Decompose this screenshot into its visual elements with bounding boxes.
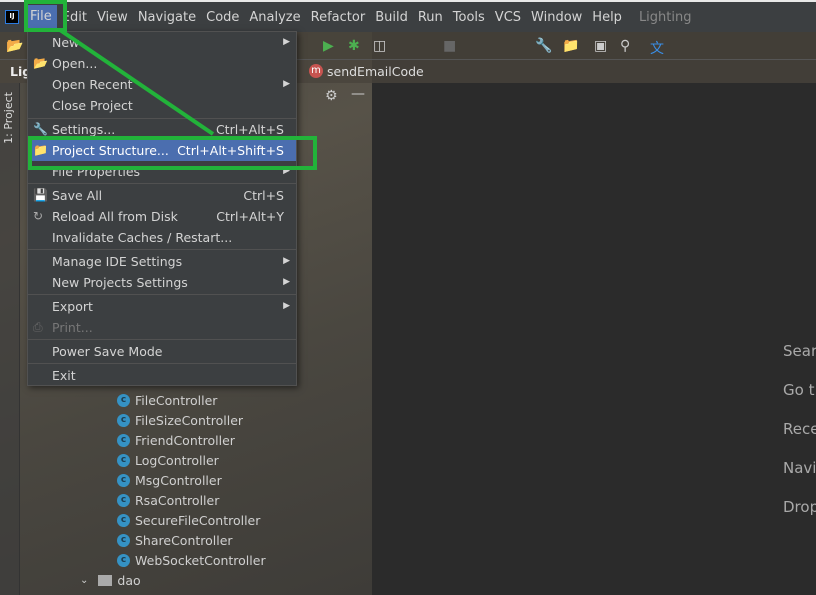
annotation-arrow-line [58, 28, 215, 136]
